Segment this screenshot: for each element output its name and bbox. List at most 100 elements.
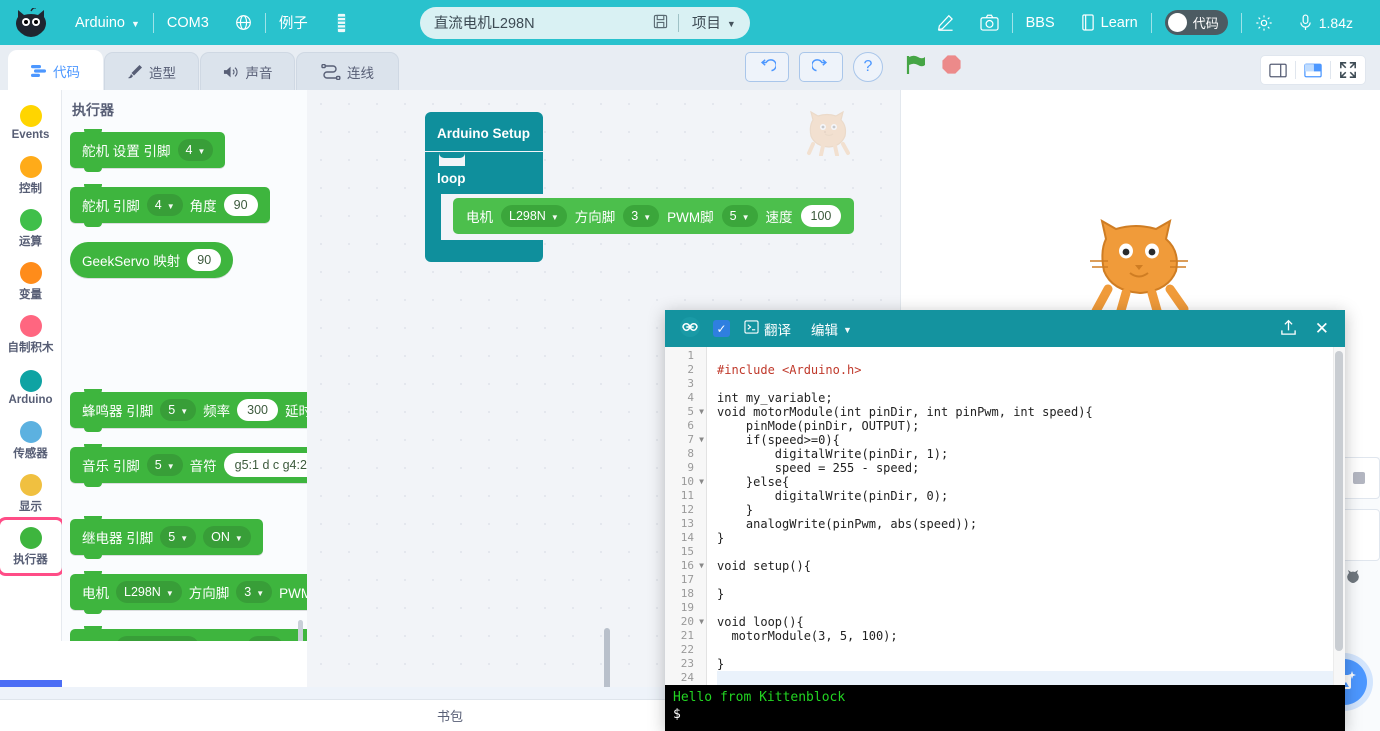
palette-block-motor-l298n[interactable]: 电机 L298N ▼ 方向脚 3 ▼ PWM脚 5 ▼ 速度 100 — [70, 571, 307, 614]
driver-dropdown[interactable]: DRV8833 ▼ — [116, 636, 199, 641]
code-view-toggle[interactable]: 代码 — [1152, 0, 1241, 45]
code-editor-panel[interactable]: ✓ 翻译 编辑 ▼ ✕ 1 2 3 4 5 ▼ 6 7 ▼ 8 9 10 ▼ 1… — [665, 310, 1345, 731]
category-events[interactable]: Events — [0, 96, 62, 149]
speed-input[interactable]: 100 — [800, 205, 842, 227]
compile-checkbox[interactable]: ✓ — [713, 320, 730, 337]
dirpin-dropdown[interactable]: 3 ▼ — [623, 205, 660, 227]
category-sensors[interactable]: 传感器 — [0, 414, 62, 467]
palette-block-motor-drv8833[interactable]: 电机 DRV8833 ▼ 输入1 5 ▼ 输入2 6 ▼ 速度 100 — [70, 626, 307, 641]
category-display[interactable]: 显示 — [0, 467, 62, 520]
category-label: Arduino — [8, 393, 53, 406]
tab-sounds[interactable]: 声音 — [200, 52, 295, 90]
tab-costumes-label: 造型 — [149, 65, 176, 81]
learn-link[interactable]: Learn — [1068, 0, 1151, 45]
category-actuators[interactable]: 执行器 — [0, 517, 65, 576]
project-title-bar[interactable]: 直流电机L298N 项目 ▼ — [419, 6, 750, 39]
arduino-setup-block[interactable]: Arduino Setup — [425, 112, 543, 151]
notes-input[interactable]: g5:1 d c g4:2 b:1 c5:3 — [223, 453, 307, 477]
camera-icon[interactable] — [967, 0, 1012, 45]
small-stage-icon[interactable] — [1261, 56, 1295, 84]
block-text: 音符 — [189, 459, 217, 474]
project-title-input[interactable]: 直流电机L298N — [434, 12, 643, 33]
undo-icon[interactable] — [745, 52, 789, 82]
palette-block-music[interactable]: 音乐 引脚 5 ▼ 音符 g5:1 d c g4:2 b:1 c5:3 — [70, 444, 307, 487]
pin-dropdown[interactable]: 5 ▼ — [160, 399, 197, 421]
redo-icon[interactable] — [799, 52, 843, 82]
loop-block-label: loop — [425, 166, 543, 194]
serial-terminal[interactable]: Hello from Kittenblock $ — [665, 685, 1345, 731]
frequency-input[interactable]: 300 — [237, 399, 278, 421]
save-icon[interactable] — [643, 14, 678, 32]
arduino-infinity-icon[interactable] — [675, 317, 705, 340]
large-stage-icon[interactable] — [1296, 56, 1330, 84]
pwmpin-dropdown[interactable]: 5 ▼ — [721, 205, 758, 227]
code-vertical-scrollbar[interactable] — [1335, 351, 1343, 651]
palette-scrollbar[interactable] — [298, 620, 303, 641]
globe-icon[interactable] — [222, 0, 265, 45]
tab-costumes[interactable]: 造型 — [104, 52, 199, 90]
driver-dropdown[interactable]: L298N ▼ — [116, 581, 182, 603]
fold-arrow-icon[interactable]: ▼ — [699, 475, 704, 489]
help-label: ? — [863, 58, 873, 75]
angle-input[interactable]: 90 — [223, 194, 258, 216]
stop-icon[interactable] — [941, 54, 962, 80]
close-icon[interactable]: ✕ — [1315, 319, 1329, 339]
category-arduino[interactable]: Arduino — [0, 361, 62, 414]
block-palette[interactable]: 执行器 舵机 设置 引脚 4 ▼ 舵机 引脚 4 ▼ 角度 90 GeekSer… — [62, 90, 307, 641]
fold-arrow-icon[interactable]: ▼ — [699, 615, 704, 629]
pin-dropdown[interactable]: 4 ▼ — [177, 139, 214, 161]
code-toggle-label: 代码 — [1192, 16, 1219, 31]
board-selector[interactable]: Arduino ▼ — [62, 0, 153, 45]
state-dropdown[interactable]: ON ▼ — [203, 526, 251, 548]
tab-wiring[interactable]: 连线 — [296, 52, 399, 90]
fold-arrow-icon[interactable]: ▼ — [699, 405, 704, 419]
pencil-icon[interactable] — [924, 0, 967, 45]
upload-icon[interactable] — [1280, 319, 1297, 339]
serial-port-selector[interactable]: COM3 — [154, 0, 222, 45]
palette-block-relay[interactable]: 继电器 引脚 5 ▼ ON ▼ — [70, 516, 263, 559]
workspace-block-motor-l298n[interactable]: 电机 L298N ▼ 方向脚 3 ▼ PWM脚 5 ▼ 速度 100 — [453, 198, 855, 234]
tab-code[interactable]: 代码 — [8, 50, 103, 90]
project-menu[interactable]: 项目 ▼ — [679, 12, 736, 33]
line-number: 7 ▼ — [687, 433, 704, 447]
bbs-link[interactable]: BBS — [1013, 0, 1068, 45]
line-number: 24 — [680, 671, 694, 684]
pin-dropdown[interactable]: 5 ▼ — [160, 526, 197, 548]
block-text: 频率 — [203, 404, 231, 419]
category-operators[interactable]: 运算 — [0, 202, 62, 255]
examples-menu[interactable]: 例子 — [266, 0, 321, 45]
translate-button[interactable]: 翻译 — [738, 319, 797, 339]
driver-dropdown[interactable]: L298N ▼ — [501, 205, 567, 227]
scratch-cat-sprite[interactable] — [1086, 215, 1194, 320]
pin-dropdown[interactable]: 4 ▼ — [146, 194, 183, 216]
category-my-blocks[interactable]: 自制积木 — [0, 308, 62, 361]
palette-block-servo-angle[interactable]: 舵机 引脚 4 ▼ 角度 90 — [70, 184, 270, 227]
pin-dropdown[interactable]: 5 ▼ — [146, 454, 183, 476]
edit-menu[interactable]: 编辑 ▼ — [805, 319, 858, 339]
palette-block-buzzer[interactable]: 蜂鸣器 引脚 5 ▼ 频率 300 延时 500 — [70, 389, 307, 432]
palette-block-geekservo-map[interactable]: GeekServo 映射 90 — [70, 242, 234, 278]
in1-dropdown[interactable]: 5 ▼ — [247, 636, 284, 641]
stage-thumbnail-icon[interactable] — [1344, 570, 1362, 591]
palette-block-servo-setup[interactable]: 舵机 设置 引脚 4 ▼ — [70, 129, 226, 172]
line-number: 12 — [680, 503, 694, 516]
workspace-vertical-scrollbar[interactable] — [604, 628, 610, 687]
chevron-down-icon: ▼ — [180, 533, 189, 543]
code-editor-area[interactable]: 1 2 3 4 5 ▼ 6 7 ▼ 8 9 10 ▼ 11 12 13 14 15 1… — [665, 347, 1345, 685]
gear-icon[interactable] — [1242, 0, 1286, 45]
help-button[interactable]: ? — [853, 52, 883, 82]
fullscreen-icon[interactable] — [1331, 56, 1365, 84]
chevron-down-icon: ▼ — [166, 461, 175, 471]
dirpin-dropdown[interactable]: 3 ▼ — [236, 581, 273, 603]
panel-resize-handle[interactable] — [665, 310, 1345, 314]
code-line: void loop(){ — [717, 615, 804, 629]
category-control[interactable]: 控制 — [0, 149, 62, 202]
map-input[interactable]: 90 — [187, 249, 222, 271]
code-lines[interactable]: #include <Arduino.h> int my_variable; vo… — [717, 349, 1345, 685]
fold-arrow-icon[interactable]: ▼ — [699, 433, 704, 447]
green-flag-icon[interactable] — [905, 54, 927, 81]
fold-arrow-icon[interactable]: ▼ — [699, 559, 704, 573]
category-variables[interactable]: 变量 — [0, 255, 62, 308]
chip-icon[interactable] — [321, 0, 362, 45]
kitten-logo-icon[interactable] — [0, 0, 62, 45]
